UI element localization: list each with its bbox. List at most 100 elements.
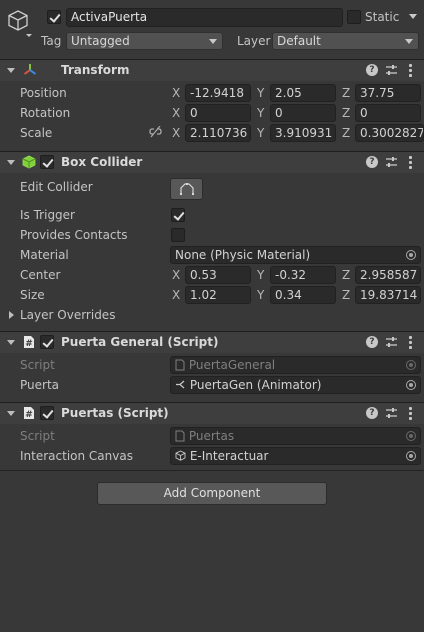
gameobject-small-icon: [175, 450, 186, 461]
size-x-field[interactable]: 1.02: [185, 286, 251, 304]
box-collider-header[interactable]: Box Collider ?: [0, 151, 424, 173]
position-z-axis[interactable]: Z: [342, 86, 350, 100]
add-component-button[interactable]: Add Component: [97, 482, 327, 505]
scale-x-field[interactable]: 2.110736: [185, 124, 251, 142]
scale-y-axis[interactable]: Y: [257, 126, 264, 140]
position-x-field[interactable]: -12.9418: [185, 84, 251, 102]
context-menu-icon[interactable]: [409, 407, 413, 421]
presets-icon[interactable]: [385, 336, 398, 349]
static-checkbox[interactable]: [347, 10, 361, 24]
object-name-field[interactable]: ActivaPuerta: [66, 8, 343, 27]
pg-script-value: PuertaGeneral: [188, 358, 276, 372]
script-file-icon: [175, 430, 185, 442]
pg-script-field: PuertaGeneral: [170, 356, 421, 374]
center-z-field[interactable]: 2.958587: [355, 266, 421, 284]
help-icon[interactable]: ?: [366, 336, 378, 348]
position-x-axis[interactable]: X: [172, 86, 180, 100]
rotation-z-field[interactable]: 0: [355, 104, 421, 122]
foldout-arrow-icon[interactable]: [7, 340, 15, 345]
box-collider-icon: [22, 155, 36, 169]
position-label: Position: [20, 86, 67, 100]
object-picker-icon[interactable]: [406, 380, 416, 390]
size-z-axis[interactable]: Z: [342, 288, 350, 302]
gameobject-icon[interactable]: [6, 8, 32, 38]
presets-icon[interactable]: [385, 156, 398, 169]
tag-dropdown[interactable]: Untagged: [66, 32, 223, 50]
scale-label: Scale: [20, 126, 53, 140]
center-x-axis[interactable]: X: [172, 268, 180, 282]
is-trigger-checkbox[interactable]: [171, 208, 185, 222]
rotation-y-axis[interactable]: Y: [257, 106, 264, 120]
rotation-label: Rotation: [20, 106, 71, 120]
puertas-script-label: Script: [20, 429, 55, 443]
puertas-title: Puertas (Script): [61, 406, 169, 420]
help-icon[interactable]: ?: [366, 156, 378, 168]
puertas-header[interactable]: # Puertas (Script) ?: [0, 402, 424, 424]
rotation-x-axis[interactable]: X: [172, 106, 180, 120]
object-picker-icon[interactable]: [406, 250, 416, 260]
material-label: Material: [20, 248, 69, 262]
transform-header[interactable]: Transform ?: [0, 59, 424, 81]
object-picker-icon: [406, 360, 416, 370]
center-y-field[interactable]: -0.32: [270, 266, 336, 284]
interaction-canvas-value: E-Interactuar: [189, 449, 269, 463]
help-icon[interactable]: ?: [366, 407, 378, 419]
center-x-field[interactable]: 0.53: [185, 266, 251, 284]
scale-z-field[interactable]: 0.3002827: [355, 124, 424, 142]
scale-y-field[interactable]: 3.910931: [270, 124, 336, 142]
position-y-axis[interactable]: Y: [257, 86, 264, 100]
rotation-x-field[interactable]: 0: [185, 104, 251, 122]
context-menu-icon[interactable]: [409, 156, 413, 170]
pg-script-label: Script: [20, 358, 55, 372]
rotation-y-field[interactable]: 0: [270, 104, 336, 122]
center-label: Center: [20, 268, 61, 282]
puertas-script-field: Puertas: [170, 427, 421, 445]
position-y-field[interactable]: 2.05: [270, 84, 336, 102]
scale-z-axis[interactable]: Z: [342, 126, 350, 140]
context-menu-icon[interactable]: [409, 336, 413, 350]
material-field[interactable]: None (Physic Material): [170, 246, 421, 264]
center-y-axis[interactable]: Y: [257, 268, 264, 282]
object-active-checkbox[interactable]: [47, 10, 61, 24]
presets-icon[interactable]: [385, 64, 398, 77]
size-label: Size: [20, 288, 45, 302]
size-z-field[interactable]: 19.83714: [355, 286, 421, 304]
position-z-field[interactable]: 37.75: [355, 84, 421, 102]
chevron-down-icon: [405, 39, 413, 44]
edit-bounds-icon: [179, 183, 194, 195]
csharp-script-icon: #: [24, 336, 34, 349]
puerta-field[interactable]: PuertaGen (Animator): [170, 376, 421, 394]
is-trigger-label: Is Trigger: [20, 208, 75, 222]
section-divider: [0, 470, 424, 471]
scale-x-axis[interactable]: X: [172, 126, 180, 140]
foldout-arrow-icon[interactable]: [7, 68, 15, 73]
foldout-arrow-icon[interactable]: [7, 411, 15, 416]
context-menu-icon[interactable]: [409, 64, 413, 78]
object-picker-icon[interactable]: [406, 451, 416, 461]
size-x-axis[interactable]: X: [172, 288, 180, 302]
constrain-proportions-icon[interactable]: [149, 126, 162, 138]
size-y-axis[interactable]: Y: [257, 288, 264, 302]
presets-icon[interactable]: [385, 407, 398, 420]
static-dropdown-arrow[interactable]: [409, 14, 417, 19]
box-collider-enabled-checkbox[interactable]: [40, 155, 54, 169]
material-value: None (Physic Material): [175, 248, 311, 262]
layer-overrides-foldout[interactable]: Layer Overrides: [20, 308, 115, 322]
rotation-z-axis[interactable]: Z: [342, 106, 350, 120]
puertas-enabled-checkbox[interactable]: [40, 406, 54, 420]
foldout-arrow-icon[interactable]: [7, 160, 15, 165]
center-z-axis[interactable]: Z: [342, 268, 350, 282]
layer-overrides-foldout-icon[interactable]: [9, 311, 14, 319]
csharp-script-icon: #: [24, 407, 34, 420]
puerta-general-enabled-checkbox[interactable]: [40, 335, 54, 349]
puerta-general-header[interactable]: # Puerta General (Script) ?: [0, 331, 424, 353]
tag-value: Untagged: [71, 34, 130, 48]
provides-contacts-checkbox[interactable]: [171, 228, 185, 242]
layer-dropdown[interactable]: Default: [272, 32, 419, 50]
size-y-field[interactable]: 0.34: [270, 286, 336, 304]
interaction-canvas-field[interactable]: E-Interactuar: [170, 447, 421, 465]
edit-collider-button[interactable]: [170, 178, 203, 200]
help-icon[interactable]: ?: [366, 64, 378, 76]
svg-text:#: #: [25, 339, 33, 349]
box-collider-title: Box Collider: [61, 155, 143, 169]
